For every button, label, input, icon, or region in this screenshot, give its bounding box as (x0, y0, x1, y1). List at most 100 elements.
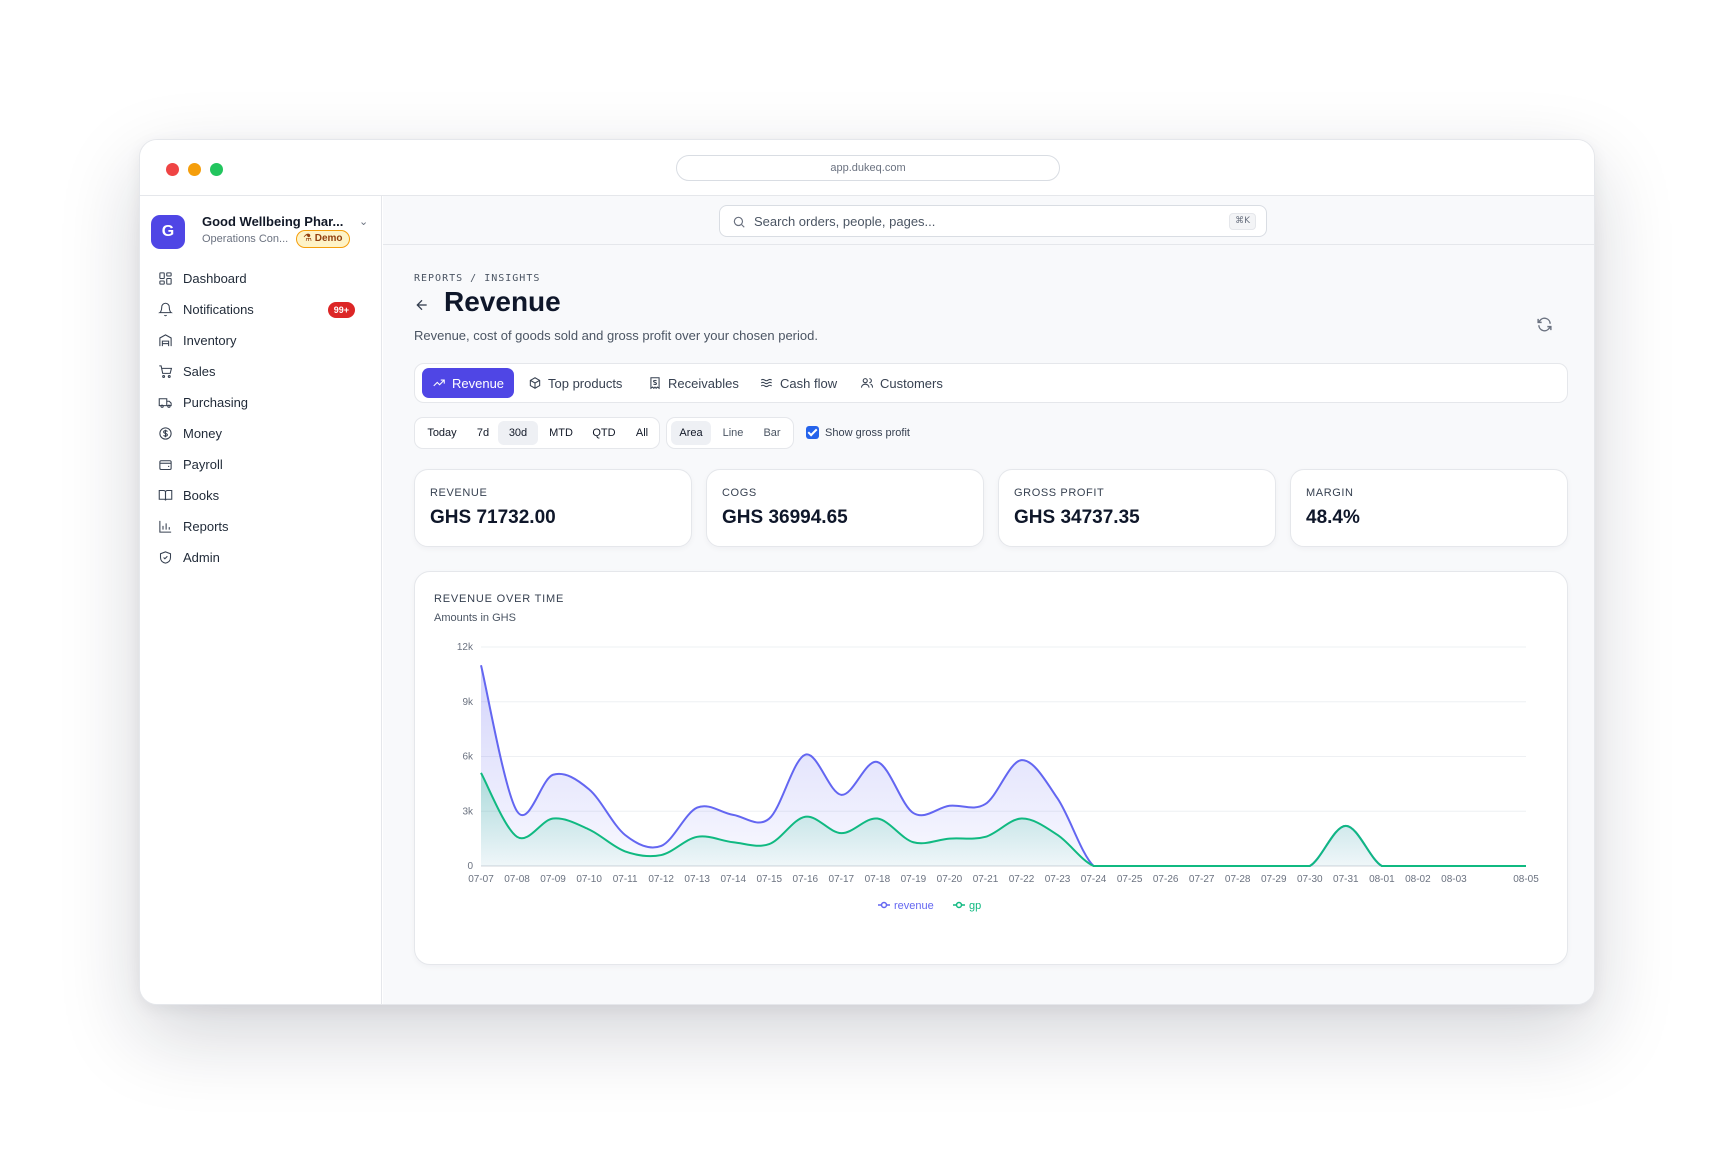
tab-receivables[interactable]: Receivables (638, 368, 749, 398)
sidebar-item-reports[interactable]: Reports (148, 511, 374, 542)
refresh-icon[interactable] (1536, 316, 1553, 333)
y-tick-label: 12k (457, 642, 474, 653)
book-icon (158, 489, 173, 501)
chart-icon (159, 520, 172, 533)
x-tick-label: 07-28 (1225, 874, 1251, 885)
tab-top-products[interactable]: Top products (518, 368, 632, 398)
flask-icon: ⚗ (303, 233, 315, 244)
chart-type-line-button[interactable]: Line (714, 421, 752, 445)
search-input[interactable] (754, 210, 1194, 232)
x-tick-label: 07-22 (1009, 874, 1035, 885)
kpi-card-revenue: REVENUE GHS 71732.00 (414, 469, 692, 547)
x-tick-label: 07-11 (613, 874, 638, 885)
x-tick-label: 07-19 (901, 874, 927, 885)
x-tick-label: 07-13 (684, 874, 710, 885)
x-tick-label: 08-05 (1513, 874, 1539, 885)
legend-label-gp: gp (969, 900, 981, 912)
x-tick-label: 07-17 (829, 874, 855, 885)
tab-cash-flow[interactable]: Cash flow (750, 368, 847, 398)
y-tick-label: 6k (462, 752, 474, 763)
waves-icon (760, 378, 772, 388)
kpi-value: GHS 71732.00 (430, 507, 556, 528)
x-tick-label: 07-09 (540, 874, 566, 885)
wallet-icon (159, 460, 172, 471)
sidebar-item-label: Inventory (183, 333, 237, 348)
sidebar-item-books[interactable]: Books (148, 480, 374, 511)
sidebar-item-label: Reports (183, 519, 229, 534)
revenue-chart: 0 3k 6k 9k 12k 07-07 07-08 07-09 07-10 07-11 07-12… (457, 642, 1539, 912)
breadcrumb: REPORTS / INSIGHTS (414, 273, 541, 284)
page-subtitle: Revenue, cost of goods sold and gross pr… (414, 328, 818, 343)
org-name: Good Wellbeing Phar... (202, 214, 344, 229)
x-tick-label: 07-21 (973, 874, 999, 885)
sidebar-item-label: Books (183, 488, 220, 503)
page-title: Revenue (444, 286, 561, 317)
sidebar-item-money[interactable]: Money (148, 418, 374, 449)
range-mtd-button[interactable]: MTD (541, 421, 581, 445)
x-tick-label: 07-15 (756, 874, 782, 885)
sidebar-item-label: Payroll (183, 457, 223, 472)
main-content: ⌘K REPORTS / INSIGHTS Revenue Revenue, c… (383, 196, 1594, 1004)
sidebar-item-notifications[interactable]: Notifications 99+ (148, 294, 374, 325)
x-tick-label: 07-30 (1297, 874, 1323, 885)
chart-type-selector: Area Line Bar (666, 417, 794, 449)
arrow-left-icon[interactable] (414, 297, 430, 313)
global-search[interactable]: ⌘K (719, 205, 1267, 237)
y-tick-label: 9k (462, 697, 474, 708)
x-tick-label: 07-14 (720, 874, 746, 885)
chart-type-area-button[interactable]: Area (671, 421, 711, 445)
shield-icon (159, 551, 172, 564)
range-all-button[interactable]: All (627, 421, 657, 445)
sidebar-item-label: Sales (183, 364, 216, 379)
range-today-button[interactable]: Today (419, 421, 465, 445)
report-tabs: Revenue Top products Receivables Cash fl… (414, 363, 1568, 403)
x-tick-label: 07-26 (1153, 874, 1179, 885)
sidebar-item-label: Money (183, 426, 223, 441)
search-shortcut-hint: ⌘K (1229, 213, 1256, 230)
sidebar-item-dashboard[interactable]: Dashboard (148, 263, 374, 294)
show-gross-profit-label: Show gross profit (825, 426, 910, 439)
minimize-window-button[interactable] (188, 163, 201, 176)
x-tick-label: 08-03 (1441, 874, 1467, 885)
show-gross-profit-toggle[interactable]: Show gross profit (806, 426, 910, 439)
tab-revenue[interactable]: Revenue (422, 368, 515, 398)
org-switcher[interactable]: G Good Wellbeing Phar... ⌄ Operations Co… (151, 213, 373, 253)
org-role: Operations Con... (202, 233, 289, 245)
close-window-button[interactable] (166, 163, 179, 176)
search-icon (733, 216, 745, 228)
range-7d-button[interactable]: 7d (467, 421, 499, 445)
sidebar-item-payroll[interactable]: Payroll (148, 449, 374, 480)
x-tick-label: 07-31 (1333, 874, 1359, 885)
date-range-selector: Today 7d 30d MTD QTD All (414, 417, 660, 449)
sidebar-item-label: Notifications (183, 302, 254, 317)
kpi-label: GROSS PROFIT (1014, 487, 1105, 499)
x-tick-label: 07-16 (793, 874, 819, 885)
range-qtd-button[interactable]: QTD (584, 421, 624, 445)
range-30d-button[interactable]: 30d (498, 421, 538, 445)
kpi-card-gross-profit: GROSS PROFIT GHS 34737.35 (998, 469, 1276, 547)
sidebar-item-sales[interactable]: Sales (148, 356, 374, 387)
org-avatar: G (151, 215, 185, 249)
chart-type-bar-button[interactable]: Bar (754, 421, 790, 445)
address-bar[interactable]: app.dukeq.com (676, 155, 1060, 181)
sidebar-item-label: Admin (183, 550, 220, 565)
sidebar-item-label: Dashboard (183, 271, 247, 286)
sidebar-item-admin[interactable]: Admin (148, 542, 374, 573)
show-gross-profit-checkbox[interactable] (806, 426, 819, 439)
sidebar-item-purchasing[interactable]: Purchasing (148, 387, 374, 418)
dollar-icon (159, 427, 172, 440)
sidebar-nav: Dashboard Notifications 99+ Inventory Sa… (148, 263, 374, 573)
maximize-window-button[interactable] (210, 163, 223, 176)
legend-swatch-dot (955, 901, 963, 909)
demo-badge: ⚗ Demo (296, 230, 350, 248)
x-tick-label: 07-27 (1189, 874, 1215, 885)
sidebar-item-label: Purchasing (183, 395, 249, 410)
top-bar: ⌘K (383, 196, 1594, 245)
sidebar-item-inventory[interactable]: Inventory (148, 325, 374, 356)
kpi-value: GHS 34737.35 (1014, 507, 1140, 528)
sidebar: G Good Wellbeing Phar... ⌄ Operations Co… (140, 196, 382, 1004)
x-tick-label: 07-07 (468, 874, 494, 885)
tab-customers[interactable]: Customers (850, 368, 953, 398)
warehouse-icon (159, 334, 172, 347)
dashboard-icon (159, 272, 172, 285)
